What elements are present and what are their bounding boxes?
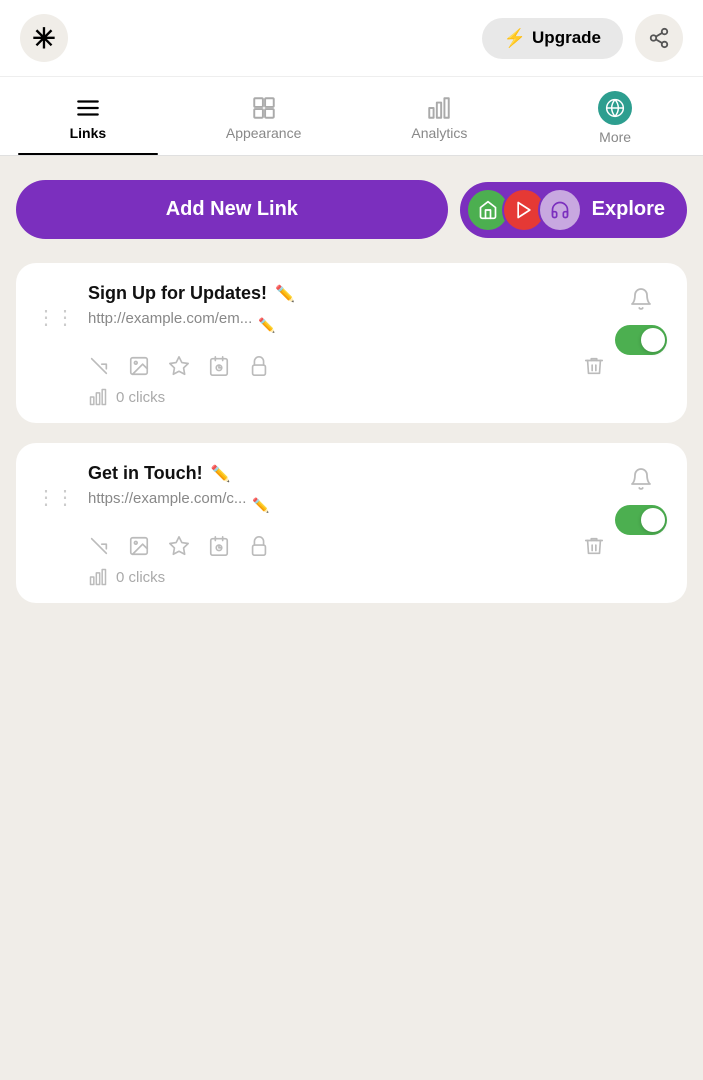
logo-button[interactable]: ✳ bbox=[20, 14, 68, 62]
upgrade-label: Upgrade bbox=[532, 28, 601, 48]
links-tab-icon bbox=[75, 95, 101, 121]
edit-title-icon-2[interactable]: ✏️ bbox=[211, 464, 231, 484]
edit-url-icon-1[interactable]: ✏️ bbox=[258, 317, 275, 334]
schedule-icon-2[interactable] bbox=[208, 535, 230, 557]
edit-url-icon-2[interactable]: ✏️ bbox=[252, 497, 269, 514]
card-actions-1 bbox=[88, 355, 605, 377]
link-title-1: Sign Up for Updates! bbox=[88, 283, 267, 304]
drag-handle-2[interactable]: ⋮⋮ bbox=[36, 485, 74, 510]
lock-icon-2[interactable] bbox=[248, 535, 270, 557]
share-button[interactable] bbox=[635, 14, 683, 62]
card-title-row-1: Sign Up for Updates! ✏️ bbox=[88, 283, 605, 304]
card-right-2 bbox=[615, 467, 667, 535]
card-actions-2 bbox=[88, 535, 605, 557]
link-title-2: Get in Touch! bbox=[88, 463, 203, 484]
globe-icon bbox=[598, 91, 632, 125]
links-tab-label: Links bbox=[70, 125, 107, 141]
card-stats-2: 0 clicks bbox=[88, 567, 605, 587]
redirect-icon-2[interactable] bbox=[88, 535, 110, 557]
appearance-tab-icon bbox=[251, 95, 277, 121]
star-icon-1[interactable] bbox=[168, 355, 190, 377]
share-icon bbox=[648, 27, 670, 49]
explore-label: Explore bbox=[592, 198, 665, 221]
main-content: Add New Link bbox=[0, 156, 703, 647]
upgrade-button[interactable]: ⚡ Upgrade bbox=[482, 18, 623, 59]
tab-analytics[interactable]: Analytics bbox=[352, 77, 528, 155]
redirect-icon-1[interactable] bbox=[88, 355, 110, 377]
card-content-1: Sign Up for Updates! ✏️ http://example.c… bbox=[88, 283, 605, 407]
stats-icon-2 bbox=[88, 567, 108, 587]
logo-asterisk: ✳ bbox=[32, 22, 55, 55]
card-stats-1: 0 clicks bbox=[88, 387, 605, 407]
stats-icon-1 bbox=[88, 387, 108, 407]
analytics-tab-icon bbox=[426, 95, 452, 121]
card-right-1 bbox=[615, 287, 667, 355]
bell-icon-1[interactable] bbox=[629, 287, 653, 311]
add-link-label: Add New Link bbox=[166, 198, 298, 220]
add-new-link-button[interactable]: Add New Link bbox=[16, 180, 448, 239]
toggle-1[interactable] bbox=[615, 325, 667, 355]
delete-icon-1[interactable] bbox=[583, 355, 605, 377]
drag-handle-1[interactable]: ⋮⋮ bbox=[36, 305, 74, 330]
link-url-1: http://example.com/em... bbox=[88, 310, 252, 327]
appearance-tab-label: Appearance bbox=[226, 125, 302, 141]
toggle-2[interactable] bbox=[615, 505, 667, 535]
image-icon-2[interactable] bbox=[128, 535, 150, 557]
card-title-row-2: Get in Touch! ✏️ bbox=[88, 463, 605, 484]
tab-more[interactable]: More bbox=[527, 77, 703, 155]
explore-icons bbox=[466, 188, 582, 232]
nav-tabs: Links Appearance Analytics More bbox=[0, 77, 703, 156]
header: ✳ ⚡ Upgrade bbox=[0, 0, 703, 77]
delete-icon-2[interactable] bbox=[583, 535, 605, 557]
header-right: ⚡ Upgrade bbox=[482, 14, 683, 62]
explore-button[interactable]: Explore bbox=[460, 182, 687, 238]
tab-appearance[interactable]: Appearance bbox=[176, 77, 352, 155]
clicks-count-1: 0 clicks bbox=[116, 389, 165, 406]
link-card-2: ⋮⋮ Get in Touch! ✏️ https://example.com/… bbox=[16, 443, 687, 603]
explore-icon-headphones bbox=[538, 188, 582, 232]
image-icon-1[interactable] bbox=[128, 355, 150, 377]
clicks-count-2: 0 clicks bbox=[116, 569, 165, 586]
more-tab-label: More bbox=[599, 129, 631, 145]
lock-icon-1[interactable] bbox=[248, 355, 270, 377]
schedule-icon-1[interactable] bbox=[208, 355, 230, 377]
link-url-2: https://example.com/c... bbox=[88, 490, 246, 507]
analytics-tab-label: Analytics bbox=[411, 125, 467, 141]
tab-links[interactable]: Links bbox=[0, 77, 176, 155]
card-content-2: Get in Touch! ✏️ https://example.com/c..… bbox=[88, 463, 605, 587]
edit-title-icon-1[interactable]: ✏️ bbox=[275, 284, 295, 304]
star-icon-2[interactable] bbox=[168, 535, 190, 557]
bell-icon-2[interactable] bbox=[629, 467, 653, 491]
bolt-icon: ⚡ bbox=[504, 28, 526, 49]
link-card-1: ⋮⋮ Sign Up for Updates! ✏️ http://exampl… bbox=[16, 263, 687, 423]
action-bar: Add New Link bbox=[16, 180, 687, 239]
